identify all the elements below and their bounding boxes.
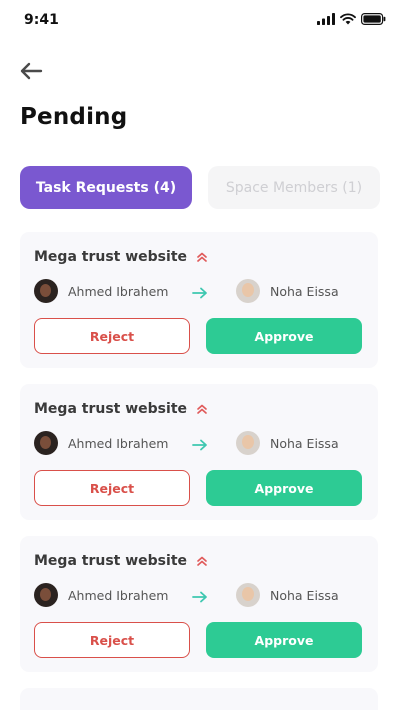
tab-bar: Task Requests (4) Space Members (1): [20, 166, 380, 210]
double-chevron-up-icon: [196, 251, 208, 263]
card-title: Mega trust website: [34, 249, 208, 265]
approve-button[interactable]: Approve: [206, 622, 362, 658]
arrow-right-icon: [192, 439, 208, 451]
arrow-right-icon: [192, 287, 208, 299]
assignee-name: Noha Eissa: [270, 435, 339, 451]
avatar: [34, 583, 58, 607]
request-card: Mega trust website Ahmed Ibrahem Noha Ei…: [20, 536, 378, 672]
status-bar: 9:41: [0, 0, 400, 40]
task-name: Mega trust website: [34, 401, 188, 417]
reject-button[interactable]: Reject: [34, 318, 190, 354]
assignee-name: Noha Eissa: [270, 587, 339, 603]
approve-button[interactable]: Approve: [206, 318, 362, 354]
status-time: 9:41: [24, 12, 59, 28]
requester-name: Ahmed Ibrahem: [68, 587, 169, 603]
assignee: Noha Eissa: [236, 279, 339, 303]
requester-name: Ahmed Ibrahem: [68, 283, 169, 299]
requester: Ahmed Ibrahem: [34, 279, 168, 303]
arrow-right-icon: [192, 591, 208, 603]
approve-button[interactable]: Approve: [206, 470, 362, 506]
request-card-partial: [20, 688, 378, 710]
requester: Ahmed Ibrahem: [34, 431, 168, 455]
cellular-signal-icon: [317, 13, 335, 25]
avatar: [34, 279, 58, 303]
card-title: Mega trust website: [34, 553, 208, 569]
avatar: [236, 431, 260, 455]
page-title: Pending: [20, 104, 128, 130]
avatar: [236, 583, 260, 607]
arrow-left-icon: [20, 62, 43, 80]
reject-button[interactable]: Reject: [34, 622, 190, 658]
task-name: Mega trust website: [34, 249, 188, 265]
status-icons: [317, 13, 386, 25]
back-button[interactable]: [18, 60, 44, 82]
requester-name: Ahmed Ibrahem: [68, 435, 169, 451]
assignee: Noha Eissa: [236, 583, 339, 607]
wifi-icon: [340, 13, 356, 25]
avatar: [34, 431, 58, 455]
double-chevron-up-icon: [196, 403, 208, 415]
request-card: Mega trust website Ahmed Ibrahem Noha Ei…: [20, 384, 378, 520]
reject-button[interactable]: Reject: [34, 470, 190, 506]
avatar: [236, 279, 260, 303]
requester: Ahmed Ibrahem: [34, 583, 168, 607]
request-card: Mega trust website Ahmed Ibrahem Noha Ei…: [20, 232, 378, 368]
double-chevron-up-icon: [196, 555, 208, 567]
assignee: Noha Eissa: [236, 431, 339, 455]
assignee-name: Noha Eissa: [270, 283, 339, 299]
card-title: Mega trust website: [34, 401, 208, 417]
tab-space-members[interactable]: Space Members (1): [208, 166, 380, 209]
battery-icon: [361, 13, 386, 25]
tab-task-requests[interactable]: Task Requests (4): [20, 166, 192, 209]
task-name: Mega trust website: [34, 553, 188, 569]
